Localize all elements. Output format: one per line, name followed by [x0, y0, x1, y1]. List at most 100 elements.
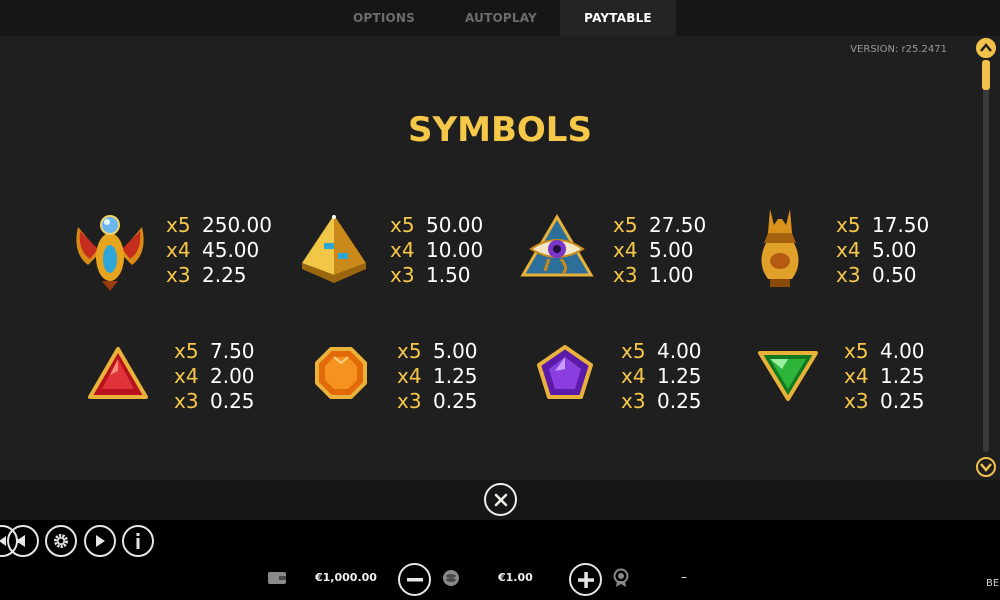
payout-value: 5.00 — [649, 238, 694, 262]
payout-value: 27.50 — [649, 213, 707, 237]
plus-icon — [577, 571, 594, 588]
paytable-panel: VERSION: r25.2471 SYMBOLS x5 250.00 x4 45 — [0, 36, 1000, 480]
play-icon — [96, 535, 105, 547]
match-count: x3 — [836, 263, 861, 287]
tab-autoplay[interactable]: AUTOPLAY — [452, 0, 550, 36]
payout-row: x3 1.00 — [613, 263, 706, 288]
match-count: x5 — [174, 339, 199, 363]
payout-list: x5 4.00 x4 1.25 x3 0.25 — [844, 339, 925, 414]
payout-list: x5 4.00 x4 1.25 x3 0.25 — [621, 339, 702, 414]
info-icon — [136, 533, 140, 549]
payout-row: x3 0.25 — [397, 389, 478, 414]
payout-row: x5 4.00 — [844, 339, 925, 364]
brand-logo: BE — [986, 578, 1000, 589]
match-count: x3 — [174, 389, 199, 413]
payout-value: 250.00 — [202, 213, 272, 237]
green-gem-icon — [748, 329, 828, 419]
match-count: x4 — [397, 364, 422, 388]
minus-icon — [406, 577, 423, 581]
bet-value: €1.00 — [498, 571, 533, 584]
top-tab-bar: OPTIONS AUTOPLAY PAYTABLE — [0, 0, 1000, 36]
payout-list: x5 5.00 x4 1.25 x3 0.25 — [397, 339, 478, 414]
match-count: x5 — [836, 213, 861, 237]
payout-value: 0.25 — [657, 389, 702, 413]
version-label: VERSION: r25.2471 — [850, 44, 947, 55]
anubis-vase-icon — [740, 203, 820, 293]
settings-button[interactable] — [45, 525, 77, 557]
payout-value: 0.25 — [880, 389, 925, 413]
payout-value: 4.00 — [657, 339, 702, 363]
payout-value: 1.25 — [657, 364, 702, 388]
payout-row: x3 1.50 — [390, 263, 483, 288]
match-count: x4 — [844, 364, 869, 388]
chevron-down-icon — [980, 463, 992, 472]
payout-value: 0.50 — [872, 263, 917, 287]
scarab-icon — [70, 203, 150, 293]
win-award-icon — [610, 568, 632, 588]
scroll-down-button[interactable] — [976, 457, 996, 477]
decrease-bet-button[interactable] — [398, 563, 431, 596]
match-count: x4 — [613, 238, 638, 262]
match-count: x5 — [844, 339, 869, 363]
payout-value: 5.00 — [872, 238, 917, 262]
symbol-cell-orange-gem: x5 5.00 x4 1.25 x3 0.25 — [301, 329, 501, 419]
payout-list: x5 250.00 x4 45.00 x3 2.25 — [166, 213, 272, 288]
match-count: x5 — [621, 339, 646, 363]
symbol-cell-purple-gem: x5 4.00 x4 1.25 x3 0.25 — [525, 329, 725, 419]
payout-row: x5 250.00 — [166, 213, 272, 238]
payout-row: x5 4.00 — [621, 339, 702, 364]
match-count: x3 — [621, 389, 646, 413]
balance-value: €1,000.00 — [315, 571, 377, 584]
payout-value: 4.00 — [880, 339, 925, 363]
orange-gem-icon — [301, 329, 381, 419]
close-button[interactable] — [484, 483, 517, 516]
payout-row: x4 5.00 — [613, 238, 706, 263]
payout-row: x4 1.25 — [397, 364, 478, 389]
payout-row: x4 45.00 — [166, 238, 272, 263]
symbol-cell-anubis-vase: x5 17.50 x4 5.00 x3 0.50 — [740, 203, 940, 293]
payout-row: x3 0.50 — [836, 263, 929, 288]
scroll-up-button[interactable] — [976, 38, 996, 58]
match-count: x3 — [166, 263, 191, 287]
match-count: x3 — [397, 389, 422, 413]
close-bar — [0, 480, 1000, 520]
payout-row: x4 1.25 — [621, 364, 702, 389]
scrollbar-thumb[interactable] — [982, 60, 990, 90]
symbol-cell-green-gem: x5 4.00 x4 1.25 x3 0.25 — [748, 329, 948, 419]
payout-row: x4 5.00 — [836, 238, 929, 263]
match-count: x5 — [390, 213, 415, 237]
info-button[interactable] — [122, 525, 154, 557]
payout-value: 45.00 — [202, 238, 260, 262]
symbol-cell-red-gem: x5 7.50 x4 2.00 x3 0.25 — [78, 329, 278, 419]
coins-icon — [440, 568, 462, 588]
match-count: x4 — [174, 364, 199, 388]
payout-row: x3 0.25 — [621, 389, 702, 414]
chevron-up-icon — [980, 43, 992, 52]
symbol-cell-eye-of-horus: x5 27.50 x4 5.00 x3 1.00 — [517, 203, 717, 293]
sound-button[interactable] — [7, 525, 39, 557]
match-count: x3 — [613, 263, 638, 287]
payout-value: 7.50 — [210, 339, 255, 363]
payout-list: x5 7.50 x4 2.00 x3 0.25 — [174, 339, 255, 414]
bottom-control-bar: €1,000.00 €1.00 – BE — [0, 520, 1000, 600]
payout-value: 1.25 — [880, 364, 925, 388]
payout-row: x5 7.50 — [174, 339, 255, 364]
payout-row: x3 0.25 — [844, 389, 925, 414]
payout-value: 0.25 — [210, 389, 255, 413]
payout-value: 5.00 — [433, 339, 478, 363]
tab-options[interactable]: OPTIONS — [340, 0, 428, 36]
match-count: x5 — [166, 213, 191, 237]
increase-bet-button[interactable] — [569, 563, 602, 596]
pyramid-icon — [294, 203, 374, 293]
match-count: x4 — [390, 238, 415, 262]
close-icon — [494, 493, 507, 506]
match-count: x4 — [166, 238, 191, 262]
payout-value: 17.50 — [872, 213, 930, 237]
sound-icon — [17, 535, 25, 547]
turbo-button[interactable] — [84, 525, 116, 557]
payout-value: 10.00 — [426, 238, 484, 262]
match-count: x4 — [836, 238, 861, 262]
eye-of-horus-icon — [517, 203, 597, 293]
payout-value: 50.00 — [426, 213, 484, 237]
tab-paytable[interactable]: PAYTABLE — [560, 0, 676, 36]
